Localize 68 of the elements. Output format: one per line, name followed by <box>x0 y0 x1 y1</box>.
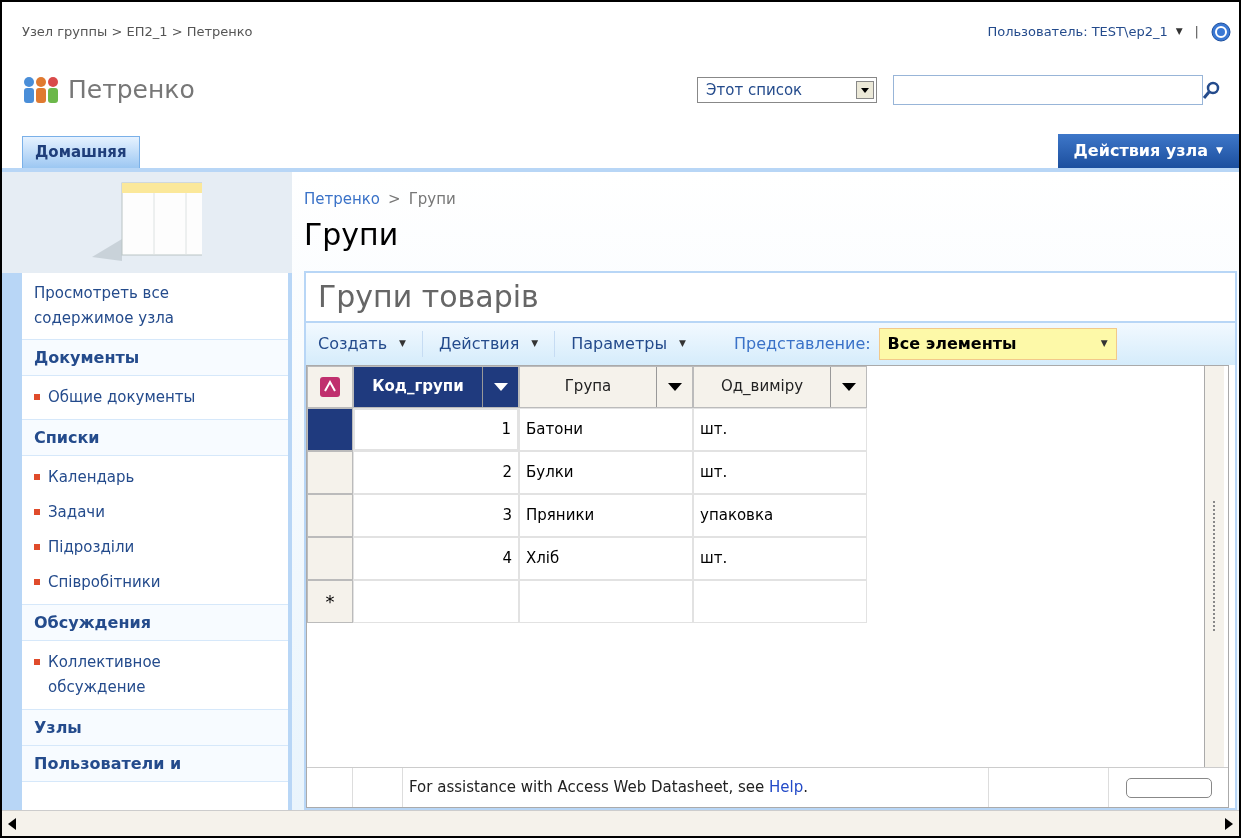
help-message: For assistance with Access Web Datasheet, see Help. <box>409 777 809 799</box>
nav-section-heading[interactable]: Обсуждения <box>22 605 288 641</box>
breadcrumb-separator: > <box>388 189 401 210</box>
column-label: Од_виміру <box>719 376 805 398</box>
table-cell: Пряники <box>519 493 693 537</box>
nav-item[interactable]: Общие документы <box>48 385 196 410</box>
people-icon <box>22 75 60 105</box>
caret-icon: ▼ <box>399 336 406 351</box>
table-cell: Булки <box>519 450 693 494</box>
bullet-icon <box>34 544 40 550</box>
view-label: Представление: <box>734 332 871 355</box>
search-scope-dropdown[interactable]: Этот список <box>697 77 877 103</box>
nav-item[interactable]: Співробітники <box>48 570 161 595</box>
table-cell: 4 <box>353 536 519 580</box>
column-label: Група <box>563 376 613 398</box>
nav-item[interactable]: Коллективное обсуждение <box>48 650 198 700</box>
caret-icon: ▼ <box>1216 144 1223 158</box>
home-tab[interactable]: Домашняя <box>22 136 140 168</box>
table-cell: Батони <box>519 407 693 451</box>
horizontal-scrollbar[interactable] <box>2 810 1239 836</box>
caret-icon: ▼ <box>531 336 539 351</box>
page-title: Групи <box>303 215 400 254</box>
bullet-icon <box>34 509 40 515</box>
toolbar-menu-button[interactable]: Параметры ▼ <box>571 331 686 356</box>
select-all-corner[interactable] <box>307 365 353 408</box>
breadcrumb: Узел группы > ЕП2_1 > Петренко <box>22 23 253 42</box>
table-cell: шт. <box>693 536 867 580</box>
toolbar-menu-button[interactable]: Действия ▼ <box>439 331 539 356</box>
user-menu[interactable]: Пользователь: TEST\ep2_1 ▼ <box>987 22 1183 42</box>
bullet-icon <box>34 579 40 585</box>
caret-icon: ▼ <box>1100 336 1108 351</box>
bullet-icon <box>34 659 40 665</box>
nav-item[interactable]: Підрозділи <box>48 535 135 560</box>
column-header[interactable]: Код_групи <box>353 365 519 408</box>
row-selector[interactable] <box>307 407 353 451</box>
table-cell: шт. <box>693 407 867 451</box>
caret-icon: ▼ <box>1175 25 1183 39</box>
site-title: Петренко <box>68 74 195 107</box>
nav-section-heading[interactable]: Списки <box>22 420 288 456</box>
column-header[interactable]: Од_виміру <box>693 365 867 408</box>
table-cell: шт. <box>693 450 867 494</box>
breadcrumb-current: Групи <box>408 189 456 210</box>
nav-item[interactable]: Задачи <box>48 500 105 525</box>
table-cell: 2 <box>353 450 519 494</box>
nav-section-heading[interactable]: Документы <box>22 340 288 376</box>
breadcrumb-link[interactable]: Петренко <box>304 188 381 211</box>
nav-item[interactable]: Календарь <box>48 465 135 490</box>
scroll-right-icon[interactable] <box>1225 817 1235 830</box>
new-row-selector[interactable]: * <box>307 579 353 623</box>
bullet-icon <box>34 474 40 480</box>
caret-icon: ▼ <box>679 336 686 351</box>
table-cell: 1 <box>353 407 519 451</box>
toolbar-menu-button[interactable]: Создать ▼ <box>318 331 406 356</box>
view-selector[interactable]: Все элементы ▼ <box>878 327 1117 360</box>
help-link[interactable]: Help <box>769 778 804 797</box>
search-field[interactable] <box>893 75 1203 105</box>
bullet-icon <box>34 394 40 400</box>
access-logo-icon <box>319 375 341 398</box>
scroll-left-icon[interactable] <box>6 817 16 830</box>
column-header[interactable]: Група <box>519 365 693 408</box>
site-actions-menu[interactable]: Действия узла ▼ <box>1057 134 1239 168</box>
nav-section-heading[interactable]: Пользователи и <box>22 746 288 782</box>
table-cell: Хліб <box>519 536 693 580</box>
column-label: Код_групи <box>371 376 465 398</box>
table-cell: упаковка <box>693 493 867 537</box>
separator-text: | <box>1194 23 1199 42</box>
table-cell: 3 <box>353 493 519 537</box>
nav-section-heading[interactable]: Узлы <box>22 710 288 746</box>
